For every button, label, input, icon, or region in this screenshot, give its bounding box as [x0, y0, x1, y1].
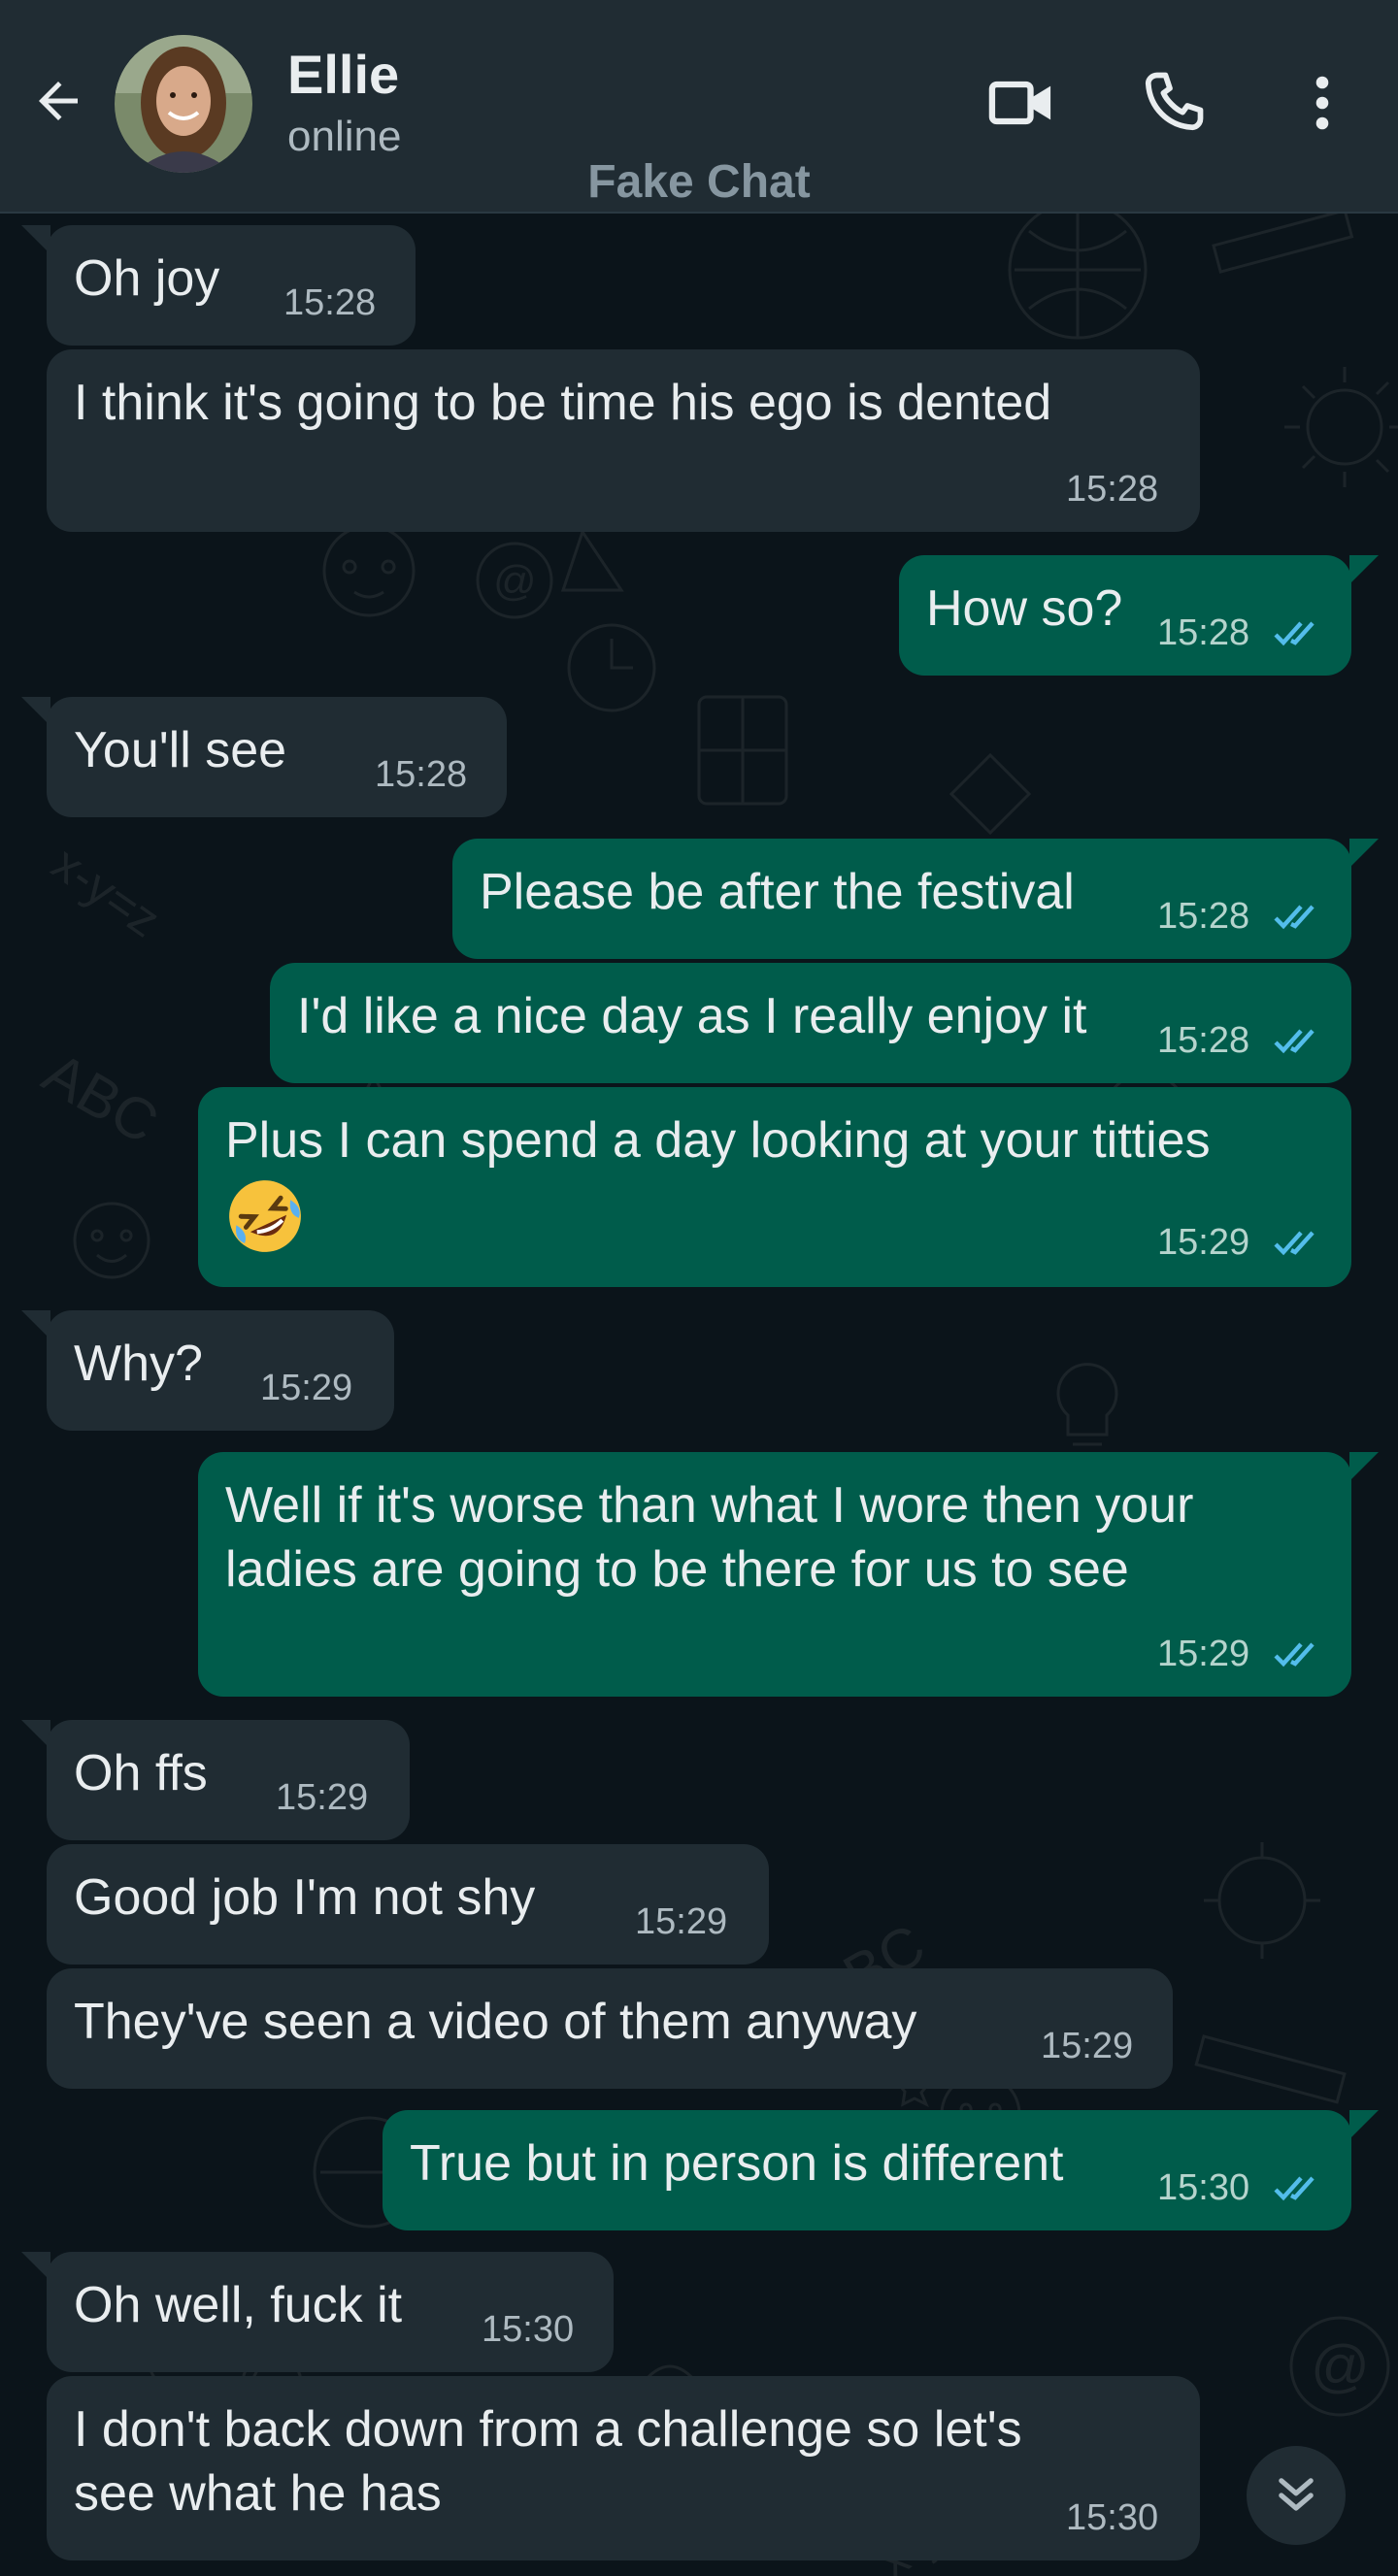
message-text: I'd like a nice day as I really enjoy it	[297, 988, 1087, 1044]
message-time: 15:28	[1157, 896, 1250, 937]
message-bubble-outgoing[interactable]: Please be after the festival 15:28	[452, 839, 1351, 959]
svg-text:@: @	[493, 557, 537, 605]
svg-text:ABC: ABC	[33, 1040, 169, 1156]
message-bubble-incoming[interactable]: Oh joy 15:28	[47, 225, 416, 346]
message-text: Well if it's worse than what I wore then…	[225, 1477, 1194, 1598]
message-bubble-outgoing[interactable]: Plus I can spend a day looking at your t…	[198, 1087, 1351, 1287]
read-receipt-icon	[1274, 1231, 1315, 1256]
message-bubble-outgoing[interactable]: True but in person is different 15:30	[383, 2110, 1351, 2230]
double-chevron-down-icon	[1279, 2478, 1314, 2511]
message-bubble-incoming[interactable]: They've seen a video of them anyway 15:2…	[47, 1968, 1173, 2089]
message-bubble-incoming[interactable]: Good job I'm not shy 15:29	[47, 1844, 769, 1965]
chat-screen: @ @ ABC x-y=z Ellie online Fake Chat Oh …	[0, 0, 1398, 2576]
message-time: 15:29	[276, 1777, 369, 1818]
message-text: You'll see	[74, 722, 287, 778]
message-bubble-incoming[interactable]: Why? 15:29	[47, 1310, 394, 1431]
contact-name[interactable]: Ellie	[287, 43, 399, 106]
message-time: 15:28	[1157, 1020, 1250, 1061]
read-receipt-icon	[1274, 621, 1315, 646]
bubble-tail	[1349, 555, 1379, 584]
video-camera-icon	[988, 81, 1051, 125]
message-bubble-outgoing[interactable]: How so? 15:28	[899, 555, 1351, 676]
read-receipt-icon	[1274, 1029, 1315, 1054]
message-time: 15:28	[375, 754, 468, 795]
contact-status: online	[287, 113, 402, 160]
message-bubble-incoming[interactable]: I think it's going to be time his ego is…	[47, 349, 1200, 532]
read-receipt-icon	[1274, 2176, 1315, 2201]
message-text: Plus I can spend a day looking at your t…	[225, 1112, 1211, 1169]
message-bubble-incoming[interactable]: Oh well, fuck it 15:30	[47, 2252, 614, 2372]
message-text: Please be after the festival	[480, 864, 1075, 920]
message-bubble-incoming[interactable]: Oh ffs 15:29	[47, 1720, 410, 1840]
message-text: Good job I'm not shy	[74, 1869, 536, 1926]
phone-icon	[1145, 72, 1204, 131]
message-text: How so?	[926, 580, 1123, 637]
video-call-button[interactable]	[982, 64, 1060, 142]
message-text: Oh joy	[74, 250, 220, 307]
back-button[interactable]	[23, 66, 93, 136]
voice-call-button[interactable]	[1134, 64, 1212, 142]
message-time: 15:28	[1157, 612, 1250, 653]
arrow-left-icon	[39, 82, 78, 120]
message-text: True but in person is different	[410, 2135, 1064, 2192]
message-bubble-incoming[interactable]: I don't back down from a challenge so le…	[47, 2376, 1200, 2560]
more-vertical-icon	[1315, 76, 1329, 130]
message-text: I don't back down from a challenge so le…	[74, 2401, 1022, 2522]
more-options-button[interactable]	[1283, 64, 1361, 142]
scroll-to-bottom-button[interactable]	[1247, 2446, 1346, 2545]
svg-text:x-y=z: x-y=z	[43, 836, 170, 947]
message-text: Why?	[74, 1336, 203, 1392]
message-time: 15:30	[1157, 2167, 1250, 2208]
message-text: They've seen a video of them anyway	[74, 1994, 917, 2050]
message-time: 15:30	[1066, 2497, 1159, 2538]
message-time: 15:30	[482, 2309, 575, 2350]
message-time: 15:28	[283, 282, 377, 323]
message-time: 15:29	[260, 1368, 353, 1408]
chat-header: Ellie online Fake Chat	[0, 0, 1398, 214]
message-time: 15:29	[1041, 2026, 1134, 2066]
rolling-on-floor-laughing-emoji	[229, 1180, 301, 1252]
message-time: 15:29	[1157, 1634, 1250, 1674]
message-text: I think it's going to be time his ego is…	[74, 375, 1052, 431]
avatar-photo	[115, 35, 252, 173]
read-receipt-icon	[1274, 1642, 1315, 1668]
message-bubble-outgoing[interactable]: I'd like a nice day as I really enjoy it…	[270, 963, 1351, 1083]
message-text: Oh ffs	[74, 1745, 208, 1801]
message-bubble-incoming[interactable]: You'll see 15:28	[47, 697, 507, 817]
message-time: 15:28	[1066, 469, 1159, 510]
svg-text:@: @	[1311, 2333, 1370, 2398]
message-time: 15:29	[1157, 1222, 1250, 1263]
bubble-tail	[1349, 839, 1379, 868]
message-time: 15:29	[635, 1901, 728, 1942]
fake-chat-watermark: Fake Chat	[587, 156, 811, 208]
bubble-tail	[1349, 1452, 1379, 1481]
bubble-tail	[1349, 2110, 1379, 2139]
message-bubble-outgoing[interactable]: Well if it's worse than what I wore then…	[198, 1452, 1351, 1697]
message-text: Oh well, fuck it	[74, 2277, 403, 2333]
read-receipt-icon	[1274, 905, 1315, 930]
avatar[interactable]	[115, 35, 252, 173]
